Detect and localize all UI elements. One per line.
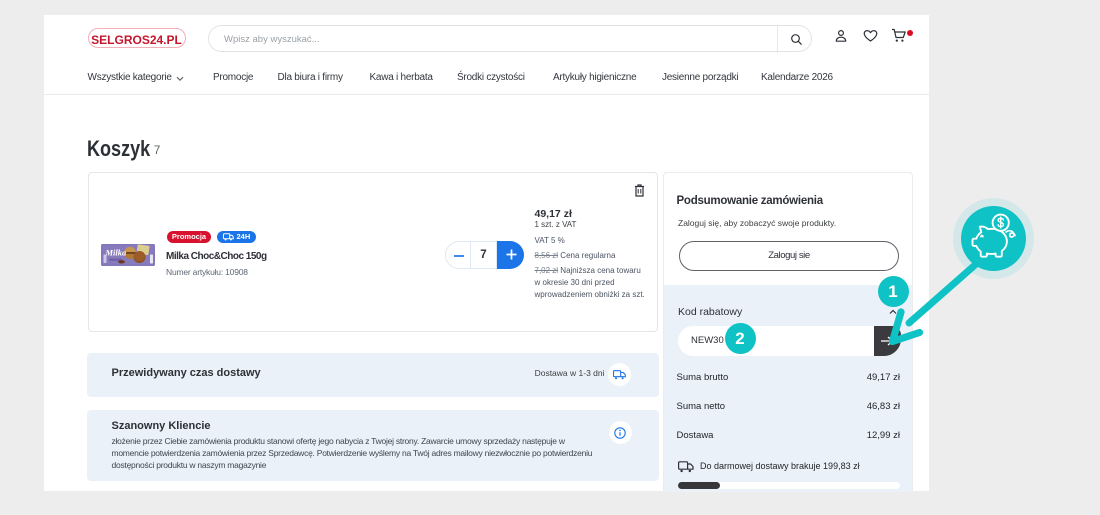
svg-text:Milka: Milka [105,248,128,258]
